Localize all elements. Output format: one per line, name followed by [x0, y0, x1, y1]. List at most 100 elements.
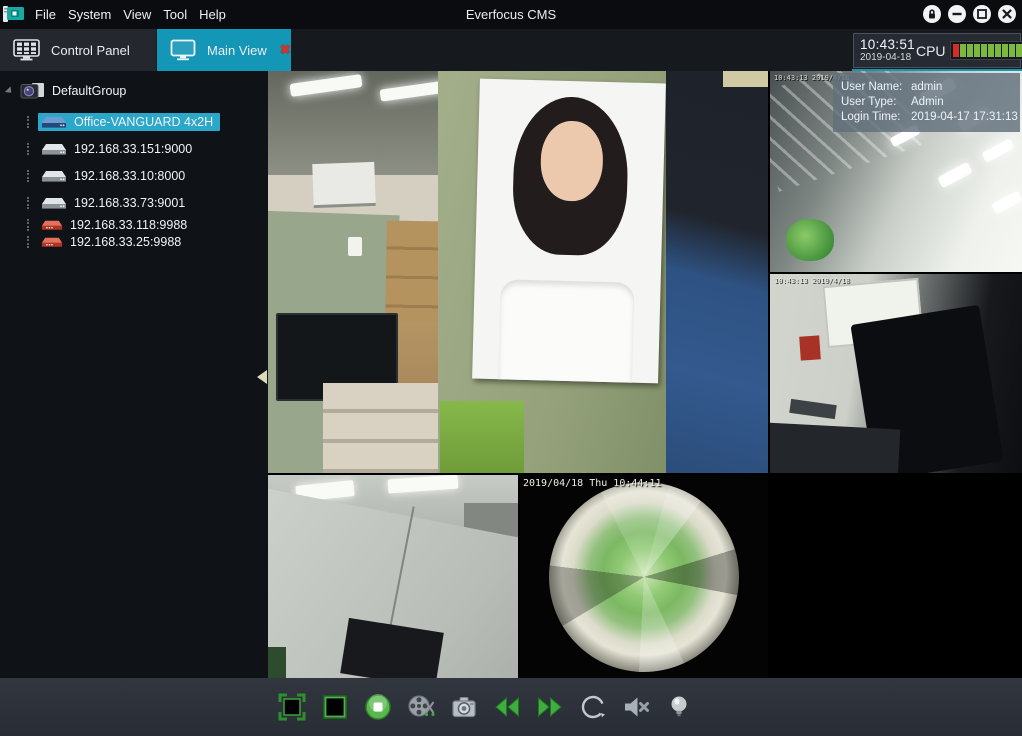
- tree-branch-dots-icon: [27, 116, 29, 128]
- tree-device-row[interactable]: 192.168.33.151:9000: [27, 135, 268, 162]
- tree-device-row[interactable]: 192.168.33.73:9001: [27, 189, 268, 216]
- clock: 10:43:51 2019-04-18: [860, 38, 915, 64]
- lock-button[interactable]: [923, 5, 941, 23]
- menu-system[interactable]: System: [68, 7, 111, 22]
- dvr-blue-icon: [41, 115, 67, 129]
- menu-tool[interactable]: Tool: [163, 7, 187, 22]
- camera-tile-bottom-left[interactable]: [268, 475, 518, 678]
- cpu-segment: [967, 44, 973, 57]
- tab-close-icon[interactable]: ✖: [280, 42, 291, 58]
- user-type-label: User Type:: [841, 96, 911, 108]
- tab-main-view-label: Main View: [207, 43, 267, 58]
- scene-portrait-photo: [472, 79, 666, 384]
- stop-button[interactable]: [364, 693, 392, 721]
- tree-device[interactable]: 192.168.33.10:8000: [38, 167, 192, 185]
- user-info-row: User Type: Admin: [841, 96, 1012, 108]
- lock-icon: [923, 5, 941, 23]
- tab-main-view[interactable]: Main View ✖: [157, 29, 291, 71]
- tree-device-label: 192.168.33.25:9988: [70, 235, 181, 249]
- login-time-label: Login Time:: [841, 111, 911, 123]
- scene-mug: [348, 237, 362, 256]
- cpu-segment: [1002, 44, 1008, 57]
- tree-group-row[interactable]: DefaultGroup: [7, 78, 268, 104]
- scene-dark-green-edge: [268, 647, 286, 678]
- user-info-row: User Name: admin: [841, 81, 1012, 93]
- tree-branch-dots-icon: [27, 197, 29, 209]
- camera-tile-empty[interactable]: [770, 475, 1022, 678]
- mute-speaker-icon: [622, 693, 650, 721]
- refresh-button[interactable]: [579, 693, 607, 721]
- user-name-label: User Name:: [841, 81, 911, 93]
- tree-device-row[interactable]: 192.168.33.118:9988: [27, 216, 268, 233]
- scene-ceiling-light: [937, 162, 973, 189]
- tabstrip: Control Panel Main View ✖ 10:43:51 2019-…: [0, 29, 1022, 71]
- scene-green-floor: [440, 401, 524, 473]
- device-tree-panel: DefaultGroup Office-VANGUARD 4x2H: [0, 71, 268, 678]
- menu-file[interactable]: File: [35, 7, 56, 22]
- camera-timestamp: 2019/04/18 Thu 10:44:11: [523, 478, 661, 489]
- tab-control-panel-label: Control Panel: [51, 43, 130, 58]
- fast-forward-icon: [536, 693, 564, 721]
- video-grid: 10:43:13 2019/4/18 10:43:13 2019/4/18: [268, 71, 1022, 678]
- tree-device-selected[interactable]: Office-VANGUARD 4x2H: [38, 113, 220, 131]
- scene-red-object: [799, 335, 821, 360]
- rewind-button[interactable]: [493, 693, 521, 721]
- dvr-gray-icon: [41, 169, 67, 183]
- camera-tile-main[interactable]: [268, 71, 768, 473]
- mute-button[interactable]: [622, 693, 650, 721]
- light-button[interactable]: [665, 693, 693, 721]
- camera-tile-mid-right[interactable]: 10:43:13 2019/4/18: [770, 274, 1022, 473]
- cpu-segment: [953, 44, 959, 57]
- tree-device-row[interactable]: Office-VANGUARD 4x2H: [27, 108, 268, 135]
- scene-hanging-jacket: [666, 71, 768, 473]
- sidebar-collapse-arrow-icon[interactable]: [257, 370, 267, 384]
- cpu-meter: [950, 41, 1022, 60]
- clock-date: 2019-04-18: [860, 53, 915, 63]
- main-content: DefaultGroup Office-VANGUARD 4x2H: [0, 71, 1022, 678]
- tree-group-label: DefaultGroup: [52, 84, 126, 98]
- app-logo-icon: [2, 3, 26, 26]
- minimize-button[interactable]: [948, 5, 966, 23]
- dvr-gray-icon: [41, 196, 67, 210]
- tree-branch-dots-icon: [27, 143, 29, 155]
- scene-ceiling-light: [981, 138, 1014, 163]
- menu-help[interactable]: Help: [199, 7, 226, 22]
- fast-forward-button[interactable]: [536, 693, 564, 721]
- tree-device[interactable]: 192.168.33.151:9000: [38, 140, 199, 158]
- film-scissors-icon: [407, 693, 435, 721]
- clock-time: 10:43:51: [860, 38, 915, 52]
- scene-keyboard: [789, 399, 837, 419]
- tree-device-row[interactable]: 192.168.33.10:8000: [27, 162, 268, 189]
- main-view-monitor-icon: [170, 39, 196, 61]
- maximize-button[interactable]: [973, 5, 991, 23]
- tree-device-label: 192.168.33.151:9000: [74, 142, 192, 156]
- menu-view[interactable]: View: [123, 7, 151, 22]
- camera-group-icon: [19, 81, 45, 101]
- expander-caret-icon[interactable]: [5, 86, 14, 95]
- playback-toolbar: [0, 678, 1022, 736]
- dvr-gray-icon: [41, 142, 67, 156]
- video-clip-button[interactable]: [407, 693, 435, 721]
- close-button[interactable]: [998, 5, 1016, 23]
- fullscreen-button[interactable]: [278, 693, 306, 721]
- scene-wall-sliver: [723, 71, 768, 87]
- scene-box: [312, 162, 375, 208]
- single-view-button[interactable]: [321, 693, 349, 721]
- window-controls: [923, 5, 1016, 23]
- tree-device-offline[interactable]: 192.168.33.25:9988: [38, 233, 188, 251]
- tree-device-offline[interactable]: 192.168.33.118:9988: [38, 216, 194, 234]
- snapshot-button[interactable]: [450, 693, 478, 721]
- tab-control-panel[interactable]: Control Panel: [0, 29, 156, 71]
- tree-device-row[interactable]: 192.168.33.25:9988: [27, 233, 268, 250]
- user-name-value: admin: [911, 81, 942, 93]
- status-panel: 10:43:51 2019-04-18 CPU: [853, 33, 1021, 68]
- dvr-red-icon: [41, 236, 63, 248]
- scene-portrait-shirt: [498, 279, 635, 382]
- maximize-icon: [973, 5, 991, 23]
- titlebar: File System View Tool Help Everfocus CMS: [0, 0, 1022, 29]
- tree-device[interactable]: 192.168.33.73:9001: [38, 194, 192, 212]
- user-info-row: Login Time: 2019-04-17 17:31:13: [841, 111, 1012, 123]
- camera-tile-fisheye[interactable]: 2019/04/18 Thu 10:44:11: [520, 475, 768, 678]
- cpu-label: CPU: [916, 43, 946, 59]
- user-info-overlay: User Name: admin User Type: Admin Login …: [833, 73, 1020, 132]
